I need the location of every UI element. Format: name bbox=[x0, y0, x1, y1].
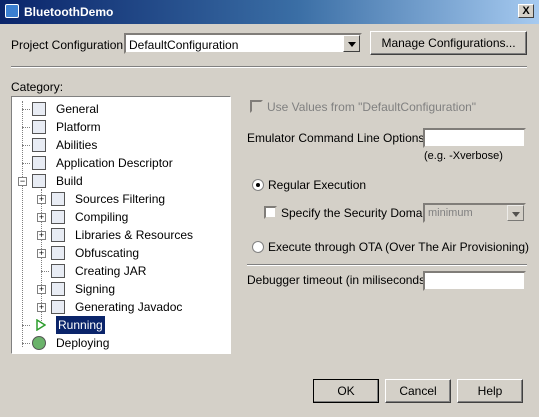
emulator-options-input[interactable] bbox=[423, 128, 526, 148]
collapse-icon[interactable]: − bbox=[18, 177, 27, 186]
expand-icon[interactable]: + bbox=[37, 285, 46, 294]
window-title: BluetoothDemo bbox=[24, 5, 114, 19]
title-bar: BluetoothDemo X bbox=[0, 0, 539, 24]
emulator-options-label: Emulator Command Line Options: bbox=[247, 131, 428, 145]
build-icon bbox=[32, 174, 46, 188]
close-button[interactable]: X bbox=[518, 4, 534, 18]
signing-icon bbox=[51, 282, 65, 296]
abilities-icon bbox=[32, 138, 46, 152]
tree-line bbox=[22, 101, 23, 347]
jar-icon bbox=[51, 264, 65, 278]
security-domain-value: minimum bbox=[428, 207, 473, 219]
top-separator bbox=[11, 66, 527, 68]
descriptor-icon bbox=[32, 156, 46, 170]
tree-item-label: Libraries & Resources bbox=[75, 228, 194, 242]
category-tree[interactable]: General Platform Abilities Application D… bbox=[11, 96, 231, 354]
debugger-timeout-label: Debugger timeout (in miliseconds): bbox=[247, 273, 433, 287]
tree-item-label: Platform bbox=[56, 120, 101, 134]
platform-icon bbox=[32, 120, 46, 134]
use-values-label: Use Values from "DefaultConfiguration" bbox=[267, 100, 477, 114]
obfuscate-icon bbox=[51, 246, 65, 260]
execute-ota-label: Execute through OTA (Over The Air Provis… bbox=[268, 240, 530, 254]
project-configuration-value: DefaultConfiguration bbox=[129, 38, 239, 52]
category-label: Category: bbox=[11, 80, 64, 94]
tree-item-label: Generating Javadoc bbox=[75, 300, 183, 314]
project-configuration-label: Project Configuration: bbox=[11, 38, 127, 52]
tree-item-label: Abilities bbox=[56, 138, 98, 152]
security-domain-label: Specify the Security Domain: bbox=[281, 206, 436, 220]
use-values-checkbox[interactable] bbox=[250, 100, 263, 113]
regular-execution-label: Regular Execution bbox=[268, 178, 367, 192]
tree-item-label: Obfuscating bbox=[75, 246, 140, 260]
project-configuration-select[interactable]: DefaultConfiguration bbox=[124, 33, 362, 54]
deploy-globe-icon bbox=[32, 336, 46, 350]
expand-icon[interactable]: + bbox=[37, 249, 46, 258]
chevron-down-icon[interactable] bbox=[507, 205, 524, 221]
regular-execution-radio[interactable] bbox=[252, 179, 264, 191]
libraries-icon bbox=[51, 228, 65, 242]
tree-item-label: Build bbox=[56, 174, 83, 188]
tree-item-label: Deploying bbox=[56, 336, 110, 350]
run-arrow-icon bbox=[36, 319, 46, 331]
emulator-options-hint: (e.g. -Xverbose) bbox=[424, 150, 503, 162]
execute-ota-radio[interactable] bbox=[252, 241, 264, 253]
expand-icon[interactable]: + bbox=[37, 213, 46, 222]
settings-separator bbox=[247, 264, 527, 266]
debugger-timeout-input[interactable] bbox=[423, 271, 526, 291]
help-button[interactable]: Help bbox=[457, 379, 523, 403]
tree-item-label: Sources Filtering bbox=[75, 192, 166, 206]
app-icon bbox=[5, 4, 19, 18]
tree-item-label: General bbox=[56, 102, 99, 116]
chevron-down-icon[interactable] bbox=[343, 35, 360, 52]
tree-item-label: Application Descriptor bbox=[56, 156, 173, 170]
javadoc-icon bbox=[51, 300, 65, 314]
security-domain-select[interactable]: minimum bbox=[423, 203, 526, 223]
compile-icon bbox=[51, 210, 65, 224]
security-domain-checkbox[interactable] bbox=[264, 206, 277, 219]
expand-icon[interactable]: + bbox=[37, 195, 46, 204]
filter-icon bbox=[51, 192, 65, 206]
tree-item-label: Compiling bbox=[75, 210, 129, 224]
cancel-button[interactable]: Cancel bbox=[385, 379, 451, 403]
expand-icon[interactable]: + bbox=[37, 303, 46, 312]
tree-item-label: Running bbox=[56, 316, 105, 334]
ok-button[interactable]: OK bbox=[313, 379, 379, 403]
document-settings-icon bbox=[32, 102, 46, 116]
tree-item-label: Signing bbox=[75, 282, 116, 296]
manage-configurations-button[interactable]: Manage Configurations... bbox=[370, 31, 527, 55]
expand-icon[interactable]: + bbox=[37, 231, 46, 240]
tree-item-label: Creating JAR bbox=[75, 264, 147, 278]
